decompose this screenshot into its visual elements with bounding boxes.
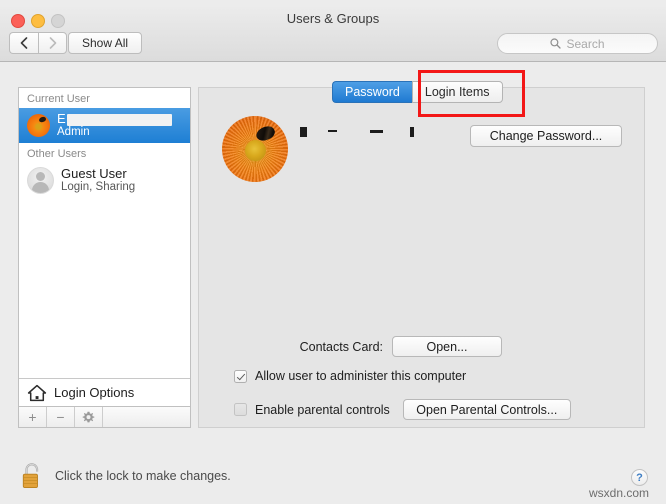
guest-user-name: Guest User bbox=[61, 166, 127, 182]
allow-administer-checkbox[interactable] bbox=[234, 369, 247, 383]
users-list-sidebar: Current User E Admin Other Users Guest U… bbox=[18, 87, 191, 407]
watermark-text: wsxdn.com bbox=[589, 486, 650, 500]
tab-bar: Password Login Items bbox=[332, 81, 503, 103]
account-name-fragment bbox=[328, 130, 337, 132]
contacts-card-label: Contacts Card: bbox=[299, 339, 383, 354]
current-user-name: E bbox=[57, 111, 172, 126]
login-options-row[interactable]: Login Options bbox=[19, 378, 190, 406]
guest-avatar-icon bbox=[27, 167, 54, 195]
account-name-redacted bbox=[300, 126, 480, 142]
open-parental-controls-button[interactable]: Open Parental Controls... bbox=[402, 399, 571, 420]
avatar-flower-center bbox=[244, 140, 266, 162]
account-name-fragment bbox=[410, 127, 414, 137]
account-name-fragment bbox=[370, 130, 383, 133]
current-user-name-prefix: E bbox=[57, 111, 66, 126]
forward-arrow-icon bbox=[49, 37, 56, 49]
help-button[interactable]: ? bbox=[631, 469, 648, 486]
tab-password[interactable]: Password bbox=[332, 81, 412, 103]
home-icon bbox=[27, 384, 47, 401]
enable-parental-controls-label: Enable parental controls bbox=[255, 402, 390, 417]
toolbar-filler bbox=[103, 407, 190, 427]
window-titlebar: Users & Groups Show All Search bbox=[0, 5, 666, 62]
back-button[interactable] bbox=[9, 32, 38, 54]
padlock-glyph bbox=[22, 463, 39, 489]
current-user-header: Current User bbox=[27, 93, 90, 105]
lock-hint-text: Click the lock to make changes. bbox=[55, 469, 231, 483]
gear-icon bbox=[82, 411, 95, 422]
change-password-button[interactable]: Change Password... bbox=[470, 125, 622, 147]
guest-row-text: Guest User Login, Sharing bbox=[61, 166, 135, 194]
search-icon bbox=[550, 38, 562, 49]
open-contacts-card-button[interactable]: Open... bbox=[392, 336, 502, 357]
contacts-card-row: Contacts Card: Open... bbox=[222, 336, 622, 357]
login-options-label: Login Options bbox=[54, 385, 135, 400]
tab-login-items[interactable]: Login Items bbox=[411, 81, 503, 103]
account-avatar-flower-icon[interactable] bbox=[222, 116, 288, 182]
navigation-buttons bbox=[9, 32, 67, 54]
user-row-guest[interactable]: Guest User Login, Sharing bbox=[19, 163, 190, 198]
user-row-current[interactable]: E Admin bbox=[19, 108, 190, 144]
add-user-button[interactable]: + bbox=[19, 407, 47, 427]
lock-area: Click the lock to make changes. bbox=[20, 462, 231, 490]
unlocked-padlock-icon[interactable] bbox=[20, 462, 44, 490]
window-title: Users & Groups bbox=[286, 11, 380, 26]
users-and-groups-window: Users & Groups Show All Search Current U… bbox=[0, 0, 666, 504]
account-name-fragment bbox=[300, 127, 307, 137]
redacted-name-mask bbox=[66, 113, 172, 126]
sidebar-toolbar: + − bbox=[18, 407, 191, 428]
user-row-text: E Admin bbox=[57, 111, 172, 139]
admin-checkbox-row: Allow user to administer this computer bbox=[234, 369, 466, 383]
user-settings-gear-button[interactable] bbox=[75, 407, 103, 427]
current-user-role: Admin bbox=[57, 126, 90, 139]
parental-controls-row: Enable parental controls Open Parental C… bbox=[234, 399, 571, 420]
forward-button[interactable] bbox=[38, 32, 67, 54]
allow-administer-label: Allow user to administer this computer bbox=[255, 369, 467, 383]
back-arrow-icon bbox=[20, 37, 28, 49]
search-placeholder: Search bbox=[566, 36, 605, 51]
enable-parental-controls-checkbox[interactable] bbox=[234, 403, 247, 416]
remove-user-button[interactable]: − bbox=[47, 407, 75, 427]
search-input[interactable]: Search bbox=[497, 33, 658, 54]
other-users-header: Other Users bbox=[27, 148, 87, 161]
flower-avatar-icon bbox=[27, 113, 50, 137]
guest-user-sub: Login, Sharing bbox=[61, 181, 136, 194]
show-all-button[interactable]: Show All bbox=[68, 32, 143, 54]
